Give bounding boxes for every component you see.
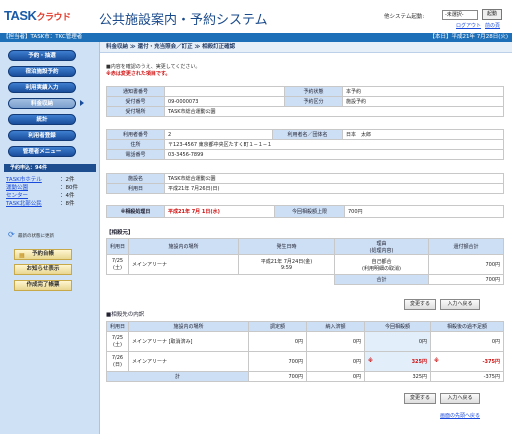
sidebar: 予約・抽選 宿泊施設予約 利用実績入力 料金収納 統計 利用者登録 管理者メニュ… <box>0 42 100 434</box>
back-to-input-button[interactable]: 入力へ戻る <box>440 299 480 310</box>
menu-admin[interactable]: 管理者メニュー <box>8 146 76 157</box>
task-cloud-logo: TASKクラウド <box>4 8 71 23</box>
calendar-icon: ▦ <box>19 252 25 259</box>
system-launch-label: 他システム起動: <box>384 14 425 20</box>
main-content: 料金収納 ≫ 還付・充当照会／訂正 ≫ 相殺訂正確認 ■内容を確認のうえ、実更し… <box>100 42 512 434</box>
user-info-table: 利用者番号 2 利用者名／団体名 日本 太郎 住所 〒123-4567 東京都中… <box>106 129 504 160</box>
origin-section-title: 【相殺元】 <box>106 230 134 236</box>
instruction-note: ■内容を確認のうえ、実更してください。 <box>106 64 201 70</box>
list-item: 運動公園 ：80件 <box>6 185 78 191</box>
completed-forms-button[interactable]: 作成完了帳票 <box>14 280 72 291</box>
logout-link[interactable]: ログアウト <box>456 23 481 29</box>
today-label: 【本日】平成21年 7月28日(火) <box>429 34 508 40</box>
menu-fee-collection[interactable]: 料金収納 <box>8 98 76 109</box>
list-item: センター ：4件 <box>6 193 75 199</box>
prev-page-link[interactable]: 前の頁 <box>485 23 500 29</box>
menu-reservation[interactable]: 予約・抽選 <box>8 50 76 61</box>
reservation-count-list: TASK市ホテル ：2件 運動公園 ：80件 センター ：4件 TASK北部公民 ：8件 <box>6 175 78 207</box>
menu-statistics[interactable]: 統計 <box>8 114 76 125</box>
launch-button[interactable]: 起動 <box>482 9 502 20</box>
notice-display-button[interactable]: お知らせ表示 <box>14 264 72 275</box>
origin-table: 利用日 施設内の場所 発生日時 理由 (処理内容) 還付額合計 7/25 (土)… <box>106 238 504 285</box>
destination-section-title: ■相殺先の内訳 <box>106 312 145 318</box>
change-button-bottom[interactable]: 変更する <box>404 393 436 404</box>
menu-user-registration[interactable]: 利用者登録 <box>8 130 76 141</box>
breadcrumb: 料金収納 ≫ 還付・充当照会／訂正 ≫ 相殺訂正確認 <box>100 42 512 53</box>
menu-lodging[interactable]: 宿泊施設予約 <box>8 66 76 77</box>
app-header: TASKクラウド 公共施設案内・予約システム 他システム起動: -未選択- 起動… <box>0 0 512 33</box>
refresh-icon[interactable]: ⟳ <box>8 231 16 239</box>
back-to-top-link[interactable]: 画面の先頭へ戻る <box>440 412 480 419</box>
operator-label: 【担当者】TASK市：TKC管理者 <box>3 34 83 40</box>
app-title: 公共施設案内・予約システム <box>99 13 268 28</box>
offset-date-table: ※相殺処理日 平成21年 7月 1日(水) 今回相殺額上限 700円 <box>106 205 504 218</box>
reservation-ledger-button[interactable]: ▦ 予約台帳 <box>14 249 72 260</box>
refresh-label[interactable]: 最新の状態に更新 <box>18 233 54 239</box>
destination-table: 利用日 施設内の場所 調定額 納入済額 今回相殺額 相殺後の過不足額 7/25 … <box>106 321 504 382</box>
table-row: 7/25 (土) メインアリーナ 平成21年 7月24日(金) 9:59 自己都… <box>106 254 504 275</box>
list-item: TASK市ホテル ：2件 <box>6 177 75 183</box>
list-item: TASK北部公民 ：8件 <box>6 201 75 207</box>
facility-info-table: 施設名 TASK市総合運動公園 利用日 平成21年 7月26日(日) <box>106 173 504 194</box>
reservation-count-header: 予約申込：94件 <box>4 164 96 172</box>
top-links: ログアウト 前の頁 <box>456 22 504 29</box>
reservation-info-table: 通知書番号 予約状態 本予約 受付番号 09-0000073 予約区分 施設予約… <box>106 86 504 117</box>
changed-items-note: ※赤は変更された項目です。 <box>106 71 171 77</box>
menu-usage-input[interactable]: 利用実績入力 <box>8 82 76 93</box>
change-button[interactable]: 変更する <box>404 299 436 310</box>
table-row: 7/26 (日) メインアリーナ 700円 0円 ※ 325円 ※ -375円 <box>106 351 504 372</box>
system-select[interactable]: -未選択- <box>442 10 478 20</box>
active-arrow-icon <box>80 100 84 106</box>
status-bar: 【担当者】TASK市：TKC管理者 【本日】平成21年 7月28日(火) <box>0 33 512 42</box>
back-to-input-button-bottom[interactable]: 入力へ戻る <box>440 393 480 404</box>
table-row: 7/25 (土) メインアリーナ [取消済み] 0円 0円 0円 0円 <box>106 331 504 352</box>
